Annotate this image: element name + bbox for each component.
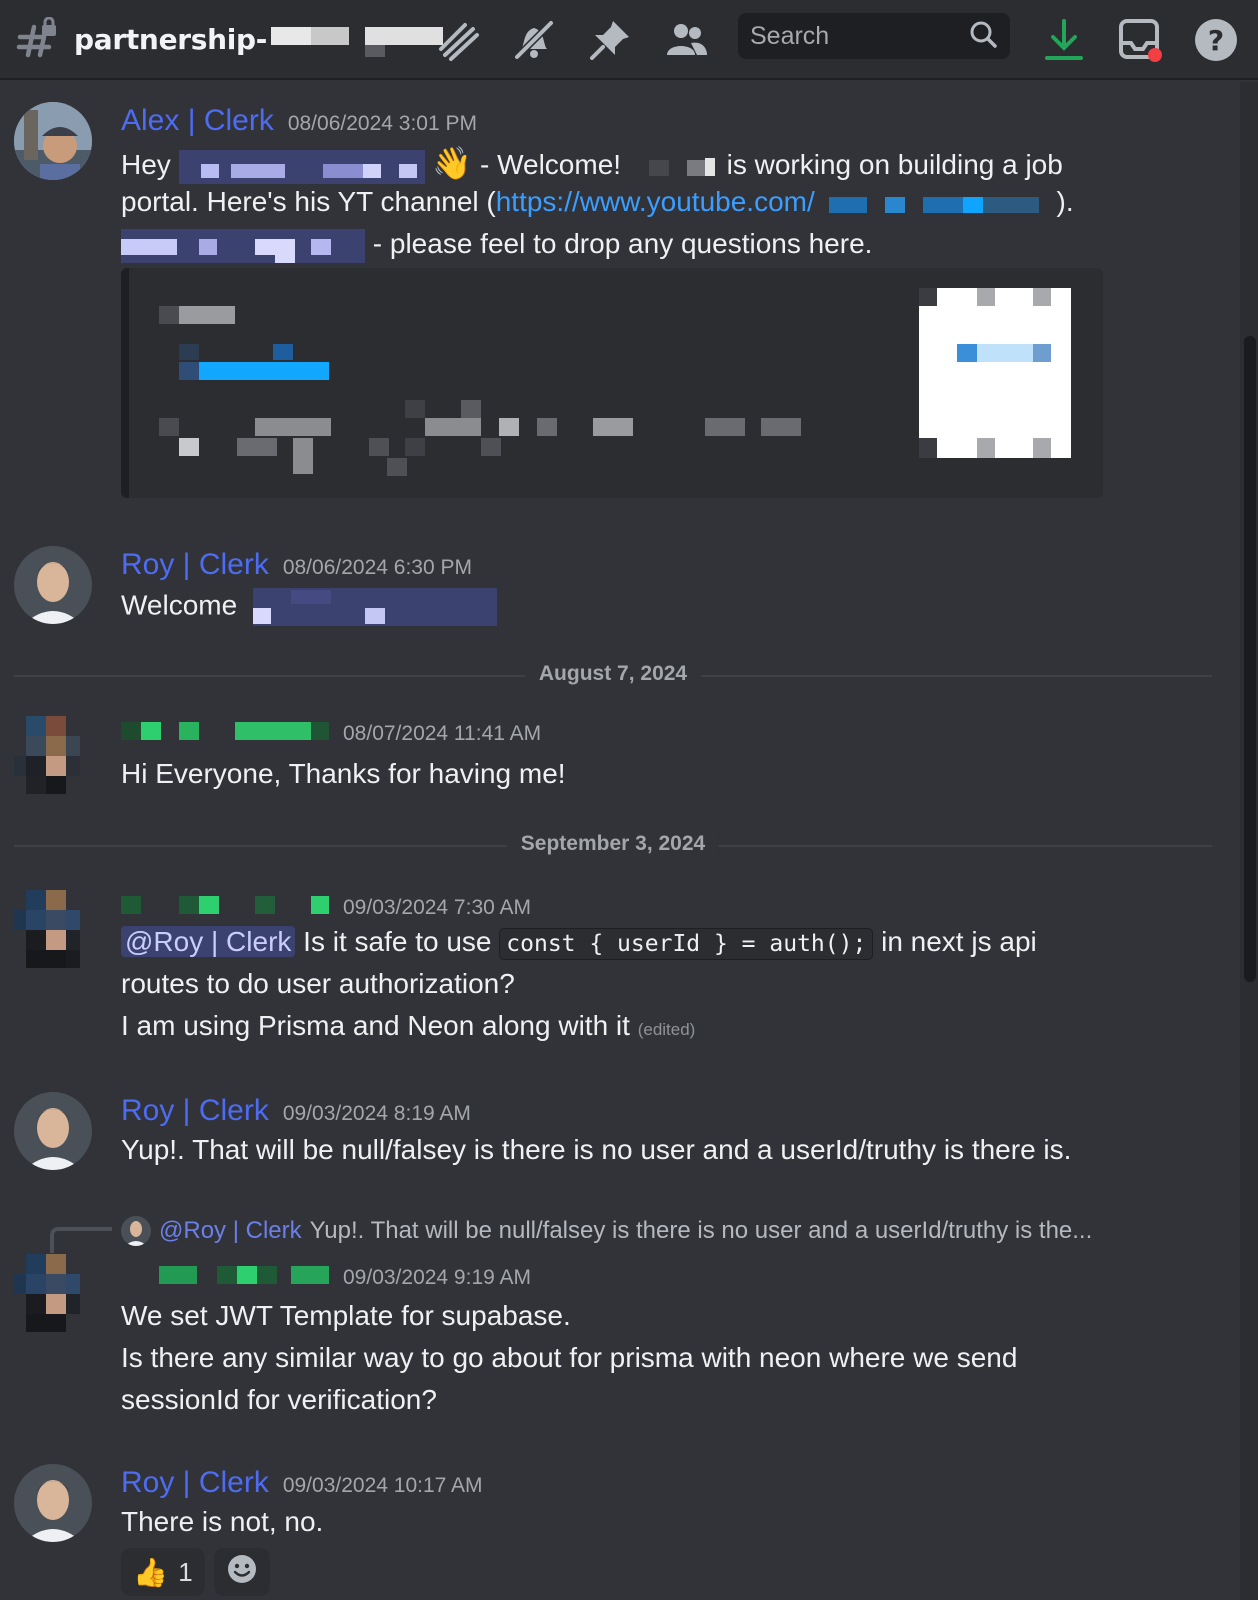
link-embed[interactable] bbox=[121, 268, 1103, 498]
redacted-author-name[interactable] bbox=[121, 892, 329, 914]
youtube-link[interactable]: https://www.youtube.com/ bbox=[496, 186, 815, 217]
message-text: @Roy | Clerk Is it safe to use const { u… bbox=[121, 926, 1037, 960]
svg-text:?: ? bbox=[1208, 24, 1224, 57]
inline-code: const { userId } = auth(); bbox=[499, 928, 874, 960]
reaction-count: 1 bbox=[178, 1556, 193, 1587]
avatar[interactable] bbox=[14, 890, 92, 968]
message-header: Alex | Clerk 08/06/2024 3:01 PM bbox=[121, 104, 477, 138]
message-text: portal. Here's his YT channel (https://w… bbox=[121, 186, 1074, 218]
author-name[interactable]: Roy | Clerk bbox=[121, 1466, 269, 1500]
hash-lock-icon bbox=[16, 16, 60, 61]
timestamp: 09/03/2024 7:30 AM bbox=[343, 896, 531, 919]
link-close-paren: ). bbox=[1056, 186, 1074, 217]
channel-intro-text: portal. Here's his YT channel ( bbox=[121, 186, 496, 217]
redacted-mention bbox=[252, 588, 497, 626]
reply-reference[interactable]: @Roy | Clerk Yup!. That will be null/fal… bbox=[121, 1216, 1092, 1246]
avatar[interactable] bbox=[14, 546, 92, 624]
timestamp: 09/03/2024 8:19 AM bbox=[282, 1102, 471, 1125]
question-text: in next js api bbox=[881, 926, 1037, 957]
message-text: routes to do user authorization? bbox=[121, 968, 515, 999]
smiley-icon bbox=[226, 1553, 258, 1592]
inbox-icon[interactable] bbox=[1114, 14, 1166, 66]
message-text: We set JWT Template for supabase. bbox=[121, 1300, 571, 1331]
reply-preview: Yup!. That will be null/falsey is there … bbox=[309, 1217, 1093, 1244]
reply-mention[interactable]: @Roy | Clerk bbox=[159, 1217, 302, 1245]
timestamp: 08/06/2024 6:30 PM bbox=[282, 556, 472, 579]
message-header: 08/07/2024 11:41 AM bbox=[121, 718, 541, 746]
avatar[interactable] bbox=[14, 1464, 92, 1542]
message-text: Yup!. That will be null/falsey is there … bbox=[121, 1134, 1072, 1165]
author-name[interactable]: Alex | Clerk bbox=[121, 104, 274, 138]
threads-icon[interactable] bbox=[432, 14, 484, 66]
greeting-text: Hey bbox=[121, 149, 171, 180]
context-text: I am using Prisma and Neon along with it bbox=[121, 1010, 630, 1041]
channel-header: partnership- ? bbox=[0, 0, 1258, 80]
user-mention[interactable]: @Roy | Clerk bbox=[121, 926, 296, 957]
message-text: - please feel to drop any questions here… bbox=[121, 228, 872, 263]
members-icon[interactable] bbox=[660, 14, 712, 66]
invite-questions-text: - please feel to drop any questions here… bbox=[372, 228, 873, 259]
redacted-mention bbox=[178, 149, 425, 184]
date-divider-label: September 3, 2024 bbox=[506, 832, 720, 856]
redacted-author-name[interactable] bbox=[121, 718, 329, 740]
redacted-mention bbox=[121, 228, 365, 263]
date-divider-label: August 7, 2024 bbox=[524, 662, 702, 686]
welcome-text: Welcome bbox=[121, 589, 238, 621]
reaction-thumbs-up[interactable]: 👍 1 bbox=[121, 1548, 205, 1596]
help-icon[interactable]: ? bbox=[1190, 14, 1242, 66]
mute-notifications-icon[interactable] bbox=[508, 14, 560, 66]
reply-spine bbox=[50, 1227, 112, 1253]
avatar[interactable] bbox=[14, 1092, 92, 1170]
redacted-link-path bbox=[823, 193, 1057, 215]
message-text: There is not, no. bbox=[121, 1506, 324, 1537]
author-name[interactable]: Roy | Clerk bbox=[121, 548, 269, 582]
message-text: Hey 👋 - Welcome! is working on building … bbox=[121, 144, 1063, 184]
message-header: 09/03/2024 7:30 AM bbox=[121, 892, 531, 920]
message-header: Roy | Clerk 09/03/2024 10:17 AM bbox=[121, 1466, 483, 1500]
download-icon[interactable] bbox=[1038, 14, 1090, 66]
waving-hand-emoji: 👋 bbox=[432, 145, 473, 181]
add-reaction-button[interactable] bbox=[214, 1548, 270, 1596]
thumbs-up-emoji: 👍 bbox=[133, 1556, 169, 1588]
scrollbar-thumb[interactable] bbox=[1244, 336, 1256, 982]
redacted-author-name[interactable] bbox=[121, 1262, 329, 1284]
timestamp: 09/03/2024 9:19 AM bbox=[343, 1266, 531, 1289]
avatar[interactable] bbox=[14, 716, 92, 794]
search-bar[interactable] bbox=[738, 13, 1010, 59]
message-header: Roy | Clerk 08/06/2024 6:30 PM bbox=[121, 548, 472, 582]
message-header: Roy | Clerk 09/03/2024 8:19 AM bbox=[121, 1094, 471, 1128]
timestamp: 09/03/2024 10:17 AM bbox=[282, 1474, 483, 1497]
welcome-text: - Welcome! bbox=[479, 149, 622, 180]
intro-text: is working on building a job bbox=[726, 149, 1063, 180]
avatar[interactable] bbox=[14, 1254, 92, 1332]
timestamp: 08/06/2024 3:01 PM bbox=[287, 112, 477, 135]
question-text: Is it safe to use bbox=[303, 926, 492, 957]
message-text: Welcome bbox=[121, 588, 497, 626]
reply-avatar bbox=[121, 1216, 151, 1246]
message-text: Hi Everyone, Thanks for having me! bbox=[121, 758, 566, 789]
channel-name: partnership- bbox=[74, 22, 268, 56]
avatar[interactable] bbox=[14, 102, 92, 180]
pin-icon[interactable] bbox=[584, 14, 636, 66]
search-icon[interactable] bbox=[968, 19, 998, 53]
message-text: Is there any similar way to go about for… bbox=[121, 1342, 1018, 1373]
message-text: sessionId for verification? bbox=[121, 1384, 437, 1415]
redacted-channel-suffix bbox=[269, 19, 449, 59]
redacted-name bbox=[629, 156, 719, 178]
author-name[interactable]: Roy | Clerk bbox=[121, 1094, 269, 1128]
message-header: 09/03/2024 9:19 AM bbox=[121, 1262, 531, 1290]
message-text: I am using Prisma and Neon along with it… bbox=[121, 1010, 695, 1042]
search-input[interactable] bbox=[750, 21, 960, 51]
timestamp: 08/07/2024 11:41 AM bbox=[343, 722, 542, 745]
edited-label: (edited) bbox=[637, 1020, 696, 1039]
